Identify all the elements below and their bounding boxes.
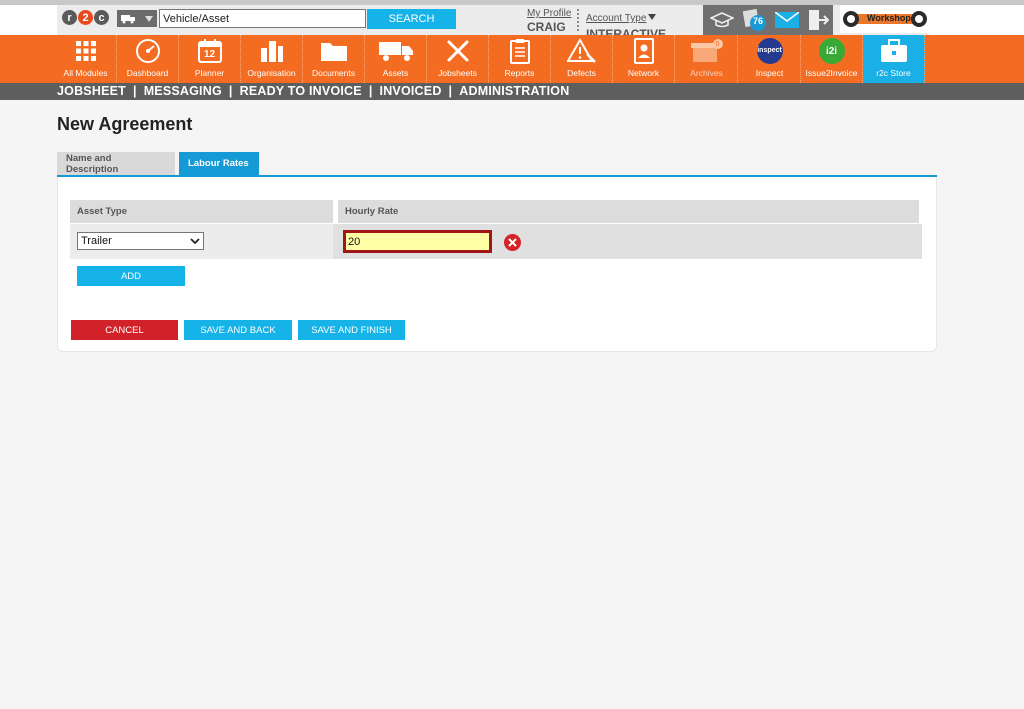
archives-badge: 0 — [715, 41, 720, 48]
logo-letter-r: r — [62, 10, 77, 25]
module-jobsheets[interactable]: Jobsheets — [427, 35, 489, 83]
tools-icon — [447, 40, 468, 62]
column-header-asset-type: Asset Type — [70, 200, 333, 223]
module-label: Assets — [382, 68, 409, 78]
notification-count: 76 — [753, 16, 764, 26]
mail-icon[interactable] — [774, 9, 800, 31]
module-label: Documents — [312, 68, 355, 78]
subnav-messaging[interactable]: MESSAGING — [144, 84, 222, 98]
module-all-modules[interactable]: All Modules — [55, 35, 117, 83]
truck-icon — [378, 42, 413, 61]
module-bar: All Modules Dashboard 12 Planner Organis… — [0, 35, 1024, 83]
module-inspect[interactable]: inspect Inspect — [739, 35, 801, 83]
save-and-finish-button[interactable]: SAVE AND FINISH — [298, 320, 405, 340]
module-planner[interactable]: 12 Planner — [179, 35, 241, 83]
clipboard-icon — [509, 39, 530, 64]
tab-name-and-description[interactable]: Name and Description — [57, 152, 175, 175]
module-reports[interactable]: Reports — [489, 35, 551, 83]
graduation-cap-icon[interactable] — [709, 9, 735, 31]
module-issue2invoice[interactable]: i2i Issue2Invoice — [801, 35, 863, 83]
folder-icon — [320, 43, 347, 61]
module-label: Dashboard — [126, 68, 169, 78]
i2i-logo: i2i — [825, 46, 838, 57]
account-type-link[interactable]: Account Type — [586, 13, 646, 24]
remove-row-button[interactable] — [504, 234, 521, 251]
module-label: r2c Store — [876, 68, 911, 78]
asset-type-selected: Trailer — [81, 235, 112, 247]
tab-labour-rates[interactable]: Labour Rates — [179, 152, 259, 175]
subnav-separator: | — [448, 84, 453, 98]
grid-icon — [75, 41, 96, 61]
module-network[interactable]: Network — [613, 35, 675, 83]
profile-divider — [577, 9, 579, 31]
chevron-down-icon — [145, 15, 153, 22]
module-label: All Modules — [63, 68, 108, 78]
module-r2c-store[interactable]: r2c Store — [863, 35, 925, 83]
subnav-separator: | — [132, 84, 137, 98]
module-label: Network — [627, 68, 660, 78]
module-label: Defects — [567, 68, 596, 78]
module-label: Reports — [504, 68, 535, 78]
inspect-logo: inspect — [757, 47, 782, 54]
my-profile-link[interactable]: My Profile — [527, 8, 571, 19]
module-label: Jobsheets — [438, 68, 477, 78]
notifications-icon[interactable]: 76 — [741, 8, 769, 31]
workshop-badge[interactable]: Workshop — [840, 5, 930, 33]
briefcase-icon — [880, 39, 907, 62]
calendar-day: 12 — [203, 49, 216, 60]
subnav-separator: | — [368, 84, 373, 98]
logo-letter-2: 2 — [78, 10, 93, 25]
module-dashboard[interactable]: Dashboard — [117, 35, 179, 83]
search-button[interactable]: SEARCH — [367, 9, 456, 29]
subnav-separator: | — [228, 84, 233, 98]
column-header-hourly-rate: Hourly Rate — [338, 200, 919, 223]
contacts-icon — [633, 38, 654, 64]
tab-bar: Name and Description Labour Rates — [57, 152, 259, 175]
chevron-down-icon — [190, 237, 200, 244]
subnav-jobsheet[interactable]: JOBSHEET — [57, 84, 126, 98]
module-label: Archives — [690, 68, 723, 78]
module-assets[interactable]: Assets — [365, 35, 427, 83]
gauge-icon — [135, 39, 160, 63]
subnav-ready-to-invoice[interactable]: READY TO INVOICE — [240, 84, 362, 98]
subnav-administration[interactable]: ADMINISTRATION — [459, 84, 569, 98]
workshop-label: Workshop — [867, 13, 911, 23]
module-archives[interactable]: 0 Archives — [676, 35, 738, 83]
logout-icon[interactable] — [806, 9, 830, 31]
module-label: Planner — [194, 68, 225, 78]
subnav-invoiced[interactable]: INVOICED — [380, 84, 442, 98]
buildings-icon — [260, 41, 283, 62]
module-label: Organisation — [247, 68, 296, 78]
asset-type-select[interactable]: Trailer — [77, 232, 204, 250]
logo-letter-c: c — [94, 10, 109, 25]
warning-icon — [566, 38, 596, 63]
module-defects[interactable]: Defects — [551, 35, 613, 83]
header-icon-group: 76 — [703, 5, 833, 35]
truck-small-icon — [121, 14, 135, 23]
user-name: CRAIG — [527, 20, 566, 34]
module-label: Issue2Invoice — [805, 68, 858, 78]
r2c-logo[interactable]: r 2 c — [62, 10, 110, 25]
close-icon — [508, 238, 517, 247]
hourly-rate-input[interactable] — [343, 230, 492, 253]
search-input[interactable] — [159, 9, 366, 28]
page-title: New Agreement — [57, 114, 193, 134]
search-type-dropdown[interactable] — [117, 10, 157, 27]
cancel-button[interactable]: CANCEL — [71, 320, 178, 340]
profile-block: My Profile CRAIG — [527, 8, 571, 34]
sub-navigation: JOBSHEET | MESSAGING | READY TO INVOICE | INVO… — [0, 83, 1024, 100]
account-type-caret-icon[interactable] — [648, 13, 657, 20]
module-organisation[interactable]: Organisation — [241, 35, 303, 83]
module-label: Inspect — [755, 68, 784, 78]
save-and-back-button[interactable]: SAVE AND BACK — [184, 320, 292, 340]
add-rate-button[interactable]: ADD — [77, 266, 185, 286]
module-documents[interactable]: Documents — [303, 35, 365, 83]
